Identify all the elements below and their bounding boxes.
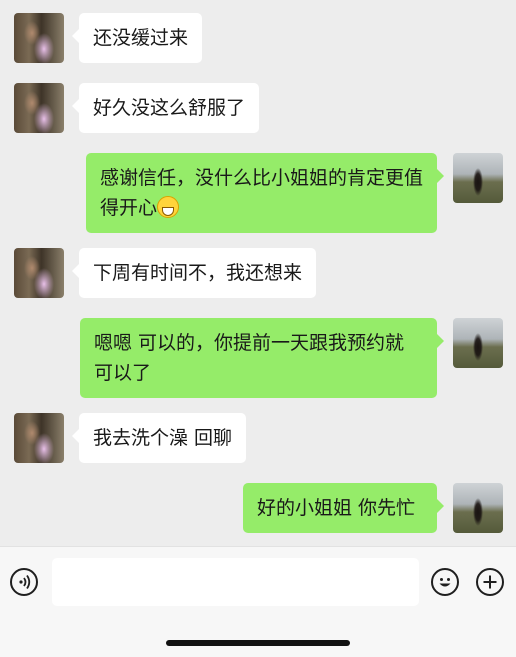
grinning-face-emoji-icon <box>157 196 180 218</box>
chat-input-bar <box>0 546 516 657</box>
emoji-icon[interactable] <box>431 568 459 596</box>
outgoing-message-bubble: 感谢信任，没什么比小姐姐的肯定更值得开心 <box>86 153 444 233</box>
voice-icon[interactable] <box>10 568 38 596</box>
message-text: 感谢信任，没什么比小姐姐的肯定更值得开心 <box>100 167 424 219</box>
outgoing-message-bubble: 好的小姐姐 你先忙 <box>243 483 444 533</box>
incoming-message-bubble: 好久没这么舒服了 <box>71 83 260 133</box>
message-input[interactable] <box>52 558 419 606</box>
contact-avatar[interactable] <box>14 413 64 463</box>
user-avatar[interactable] <box>453 318 503 368</box>
incoming-message-bubble: 我去洗个澡 回聊 <box>71 413 247 463</box>
contact-avatar[interactable] <box>14 83 64 133</box>
outgoing-message-bubble: 嗯嗯 可以的，你提前一天跟我预约就可以了 <box>80 318 444 398</box>
user-avatar[interactable] <box>453 483 503 533</box>
plus-icon[interactable] <box>476 568 504 596</box>
incoming-message-bubble: 还没缓过来 <box>71 13 203 63</box>
contact-avatar[interactable] <box>14 248 64 298</box>
user-avatar[interactable] <box>453 153 503 203</box>
home-indicator <box>166 640 350 646</box>
contact-avatar[interactable] <box>14 13 64 63</box>
incoming-message-bubble: 下周有时间不，我还想来 <box>71 248 317 298</box>
